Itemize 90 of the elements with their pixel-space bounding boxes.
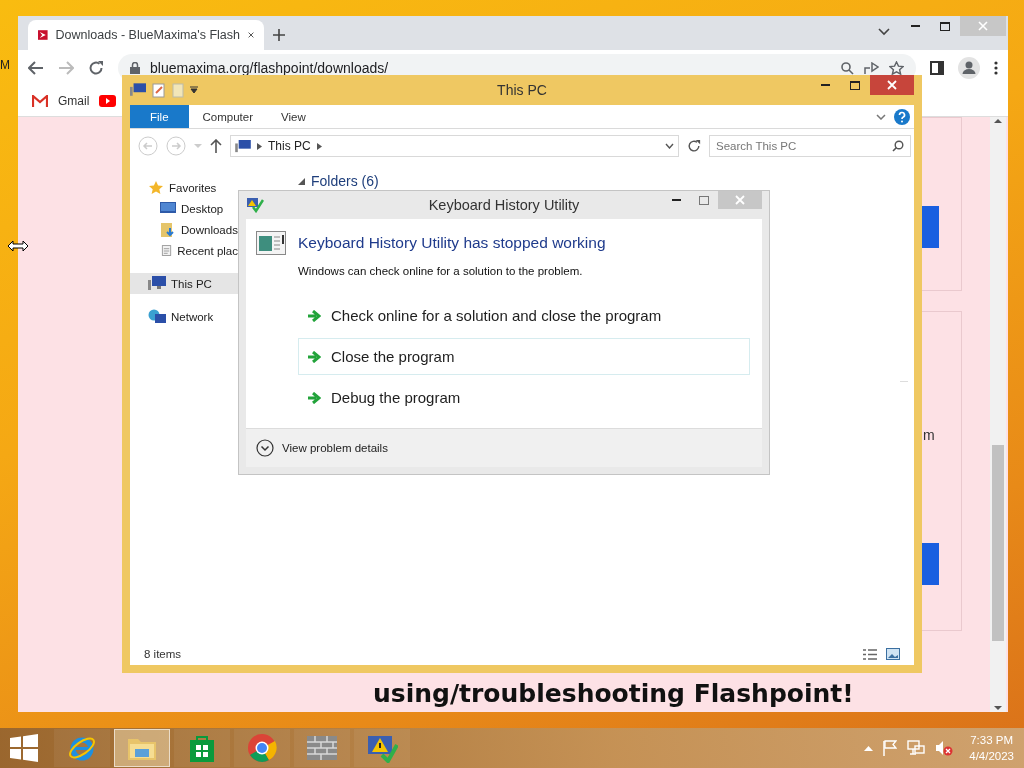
error-heading: Keyboard History Utility has stopped working xyxy=(298,234,606,252)
tab-list-icon[interactable] xyxy=(878,28,890,36)
help-icon[interactable] xyxy=(894,108,910,125)
page-text: m xyxy=(923,427,935,443)
arrow-icon xyxy=(307,391,321,404)
brick-wall-icon xyxy=(307,736,337,760)
taskbar-button[interactable] xyxy=(174,729,230,767)
close-button[interactable] xyxy=(870,75,914,95)
download-folder-icon xyxy=(160,221,176,238)
computer-icon xyxy=(148,276,166,291)
desktop-text: M xyxy=(0,58,10,72)
expand-icon[interactable] xyxy=(256,439,274,457)
up-icon[interactable] xyxy=(210,139,222,153)
scrollbar[interactable] xyxy=(990,117,1006,712)
star-icon[interactable] xyxy=(889,60,904,76)
muted-speaker-icon[interactable] xyxy=(935,740,954,756)
nav-item[interactable]: Favorites xyxy=(130,177,238,198)
search-icon[interactable] xyxy=(841,61,854,75)
maximize-icon xyxy=(699,195,709,205)
computer-icon xyxy=(235,139,251,153)
close-icon xyxy=(735,195,745,205)
mail-icon xyxy=(32,95,48,107)
dialog-title: Keyboard History Utility xyxy=(428,197,580,213)
monitor-icon xyxy=(160,202,176,215)
play-icon xyxy=(99,95,117,107)
back-icon[interactable] xyxy=(28,61,44,75)
taskbar-button[interactable] xyxy=(234,729,290,767)
star-icon xyxy=(148,179,164,196)
nav-item[interactable]: Desktop xyxy=(130,198,238,219)
profile-icon[interactable] xyxy=(958,57,980,79)
bookmark-link[interactable]: Gmail xyxy=(58,94,90,108)
arrow-icon xyxy=(307,350,321,363)
thumbnail-view-icon[interactable] xyxy=(886,647,900,660)
share-icon[interactable] xyxy=(864,61,879,75)
reload-icon[interactable] xyxy=(88,60,104,76)
search-field[interactable]: Search This PC xyxy=(709,135,911,157)
command-link[interactable]: Close the program xyxy=(298,338,750,375)
address-field[interactable]: This PC xyxy=(230,135,679,157)
taskbar-button[interactable] xyxy=(54,729,110,767)
properties-icon[interactable] xyxy=(152,82,166,98)
error-message: Windows can check online for a solution to the problem. xyxy=(298,265,584,277)
ribbon-tab[interactable]: File xyxy=(130,105,189,128)
nav-item[interactable]: This PC xyxy=(130,273,238,294)
nav-item[interactable]: Downloads xyxy=(130,219,238,240)
dropdown-icon[interactable] xyxy=(665,143,674,149)
network-icon xyxy=(148,308,166,325)
ribbon-tab[interactable]: Computer xyxy=(188,105,268,128)
taskbar-button[interactable] xyxy=(354,729,410,767)
browser-tab[interactable]: Downloads - BlueMaxima's Flash xyxy=(28,20,264,50)
command-link[interactable]: Check online for a solution and close the program xyxy=(298,297,750,334)
lock-icon[interactable] xyxy=(130,62,140,74)
scroll-down-icon[interactable] xyxy=(994,704,1002,712)
close-icon xyxy=(978,21,988,31)
computer-icon[interactable] xyxy=(130,83,146,97)
program-window-icon xyxy=(256,231,286,255)
close-icon xyxy=(887,80,897,90)
details-toggle[interactable]: View problem details xyxy=(282,442,388,454)
document-icon xyxy=(160,242,173,259)
shopping-bag-icon xyxy=(189,734,215,762)
page-heading: using/troubleshooting Flashpoint! xyxy=(373,679,854,708)
new-tab-icon[interactable] xyxy=(272,28,286,42)
chrome-icon xyxy=(247,733,277,763)
minimize-icon xyxy=(910,24,920,28)
refresh-icon[interactable] xyxy=(687,139,701,153)
maximize-icon xyxy=(940,21,950,31)
maximize-icon xyxy=(850,80,860,90)
collapse-icon[interactable] xyxy=(298,177,305,185)
resize-cursor-icon xyxy=(7,240,29,252)
site-logo-icon xyxy=(38,27,48,43)
item-count: 8 items xyxy=(144,648,182,660)
menu-icon[interactable] xyxy=(994,61,998,75)
scroll-thumb[interactable] xyxy=(992,445,1004,641)
nav-item[interactable]: Recent plac xyxy=(130,240,238,261)
side-panel-icon[interactable] xyxy=(930,61,944,75)
app-icon xyxy=(246,197,264,213)
nav-item[interactable]: Network xyxy=(130,306,238,327)
warning-monitor-icon xyxy=(366,733,398,763)
window-title: This PC xyxy=(497,82,547,98)
chevron-icon[interactable] xyxy=(316,142,322,150)
close-icon[interactable] xyxy=(248,30,254,40)
minimize-icon xyxy=(671,198,681,202)
ribbon-tab[interactable]: View xyxy=(267,105,320,128)
dropdown-icon[interactable] xyxy=(190,86,198,94)
group-header[interactable]: Folders (6) xyxy=(311,173,379,189)
details-view-icon[interactable] xyxy=(862,647,878,661)
arrow-icon xyxy=(307,309,321,322)
command-link[interactable]: Debug the program xyxy=(298,379,750,416)
chevron-icon[interactable] xyxy=(257,142,262,150)
start-button[interactable] xyxy=(10,734,38,762)
expand-ribbon-icon[interactable] xyxy=(876,113,886,120)
